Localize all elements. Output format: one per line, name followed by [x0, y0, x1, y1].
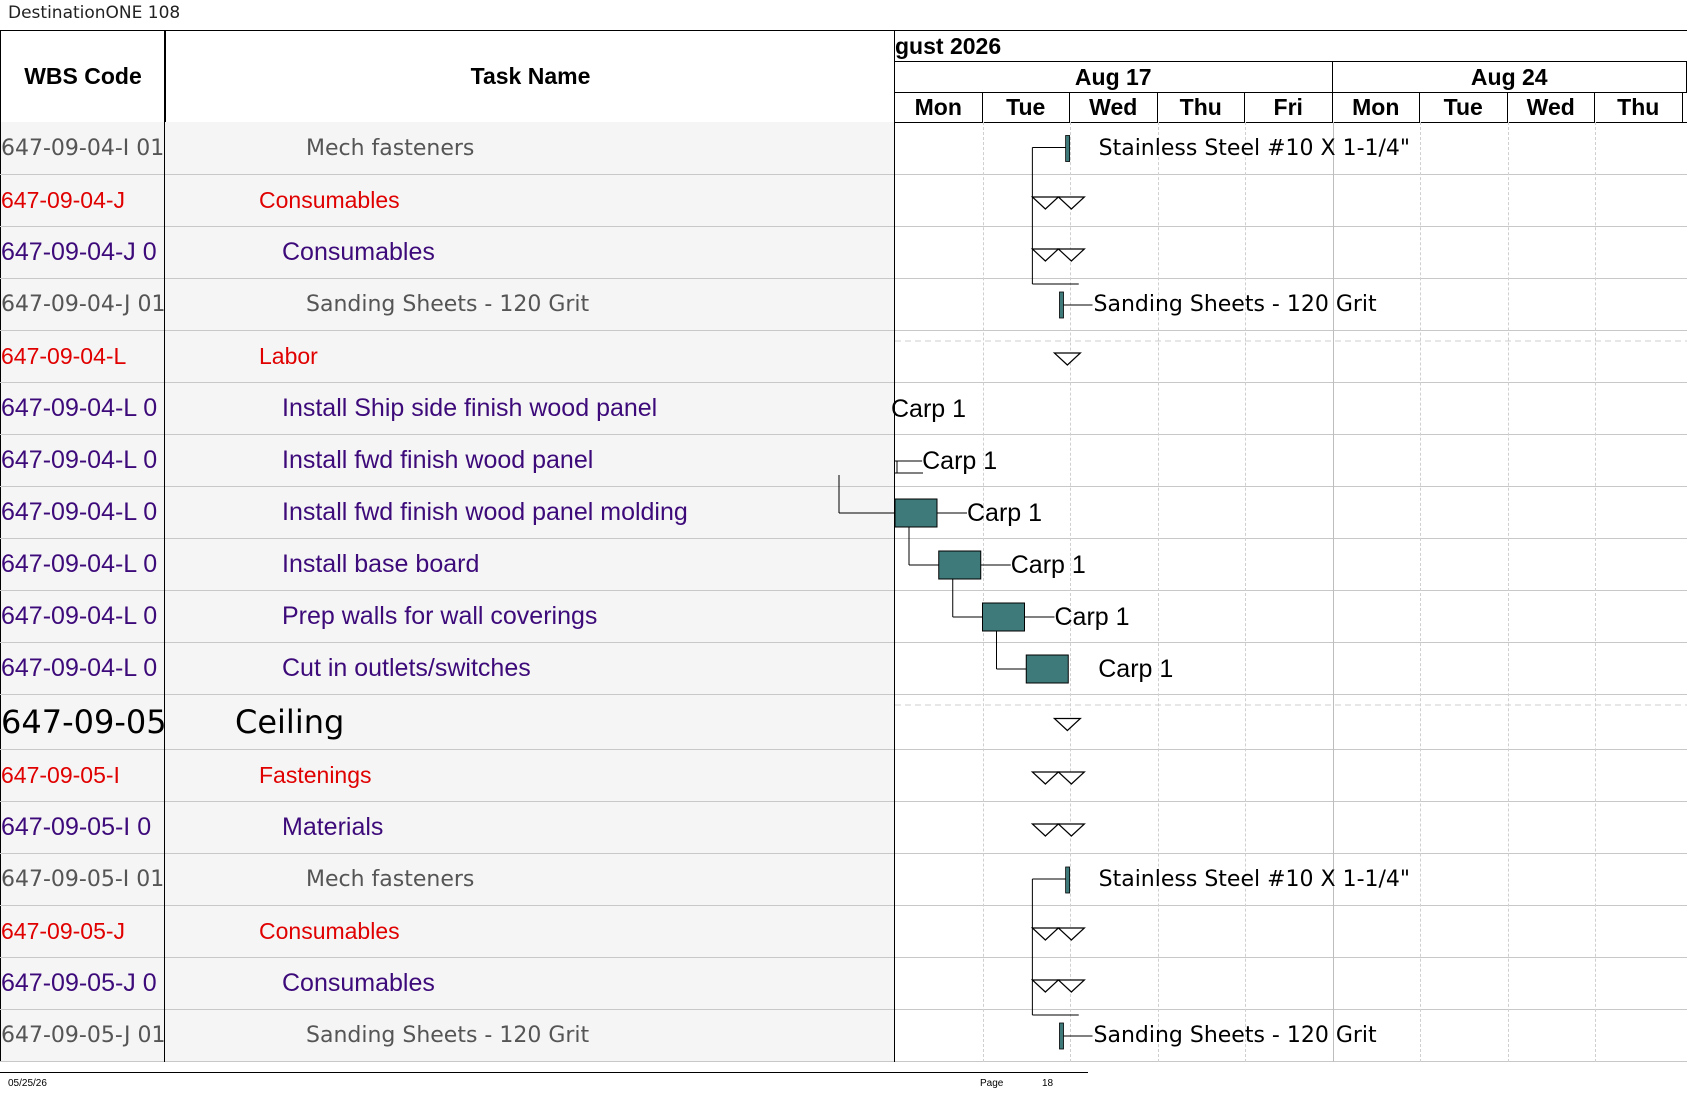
gantt-bar-label: Carp 1	[1010, 551, 1086, 579]
gantt-bar-label: Stainless Steel #10 X 1-1/4"	[1098, 867, 1411, 892]
gantt-milestone-bar	[1065, 866, 1071, 894]
footer-page-number: 18	[1042, 1078, 1054, 1089]
gantt-summary-marker	[1052, 717, 1082, 732]
gantt-summary-marker	[1056, 979, 1086, 993]
footer-rule	[0, 1072, 1088, 1073]
gantt-summary-marker	[1030, 979, 1060, 993]
gantt-milestone-bar	[1059, 291, 1064, 319]
gantt-milestone-bar	[1065, 135, 1071, 162]
gantt-bar-label: Carp 1	[922, 447, 998, 475]
gantt-summary-marker	[1056, 927, 1086, 941]
gantt-summary-marker	[1030, 196, 1060, 210]
gantt-bar-label: Stainless Steel #10 X 1-1/4"	[1098, 135, 1411, 161]
gantt-bar-label: Carp 1	[967, 499, 1043, 527]
gantt-bar-label: Carp 1	[1098, 655, 1174, 683]
gantt-bar-label: Carp 1	[891, 395, 967, 423]
gantt-summary-marker	[1052, 352, 1082, 366]
gantt-task-bar	[894, 498, 938, 528]
gantt-task-bar	[1025, 654, 1069, 684]
footer-date: 05/25/26	[8, 1078, 47, 1089]
gantt-bar-label: Carp 1	[1054, 603, 1130, 631]
gantt-bar-label: Sanding Sheets - 120 Grit	[1093, 292, 1377, 317]
gantt-summary-marker	[1056, 823, 1086, 837]
gantt-summary-marker	[1030, 927, 1060, 941]
gantt-task-bar	[982, 602, 1025, 632]
footer-page-label: Page	[980, 1078, 1004, 1089]
gantt-summary-marker	[1030, 248, 1060, 262]
gantt-chart	[838, 135, 1687, 1050]
gantt-summary-marker	[1056, 196, 1086, 210]
gantt-summary-marker	[1030, 771, 1060, 785]
gantt-milestone-bar	[1059, 1022, 1064, 1050]
gantt-task-bar	[938, 550, 982, 580]
gantt-summary-marker	[1056, 248, 1086, 262]
gantt-summary-marker	[1056, 771, 1086, 785]
gantt-summary-marker	[1030, 823, 1060, 837]
gantt-bar-label: Sanding Sheets - 120 Grit	[1093, 1023, 1377, 1048]
